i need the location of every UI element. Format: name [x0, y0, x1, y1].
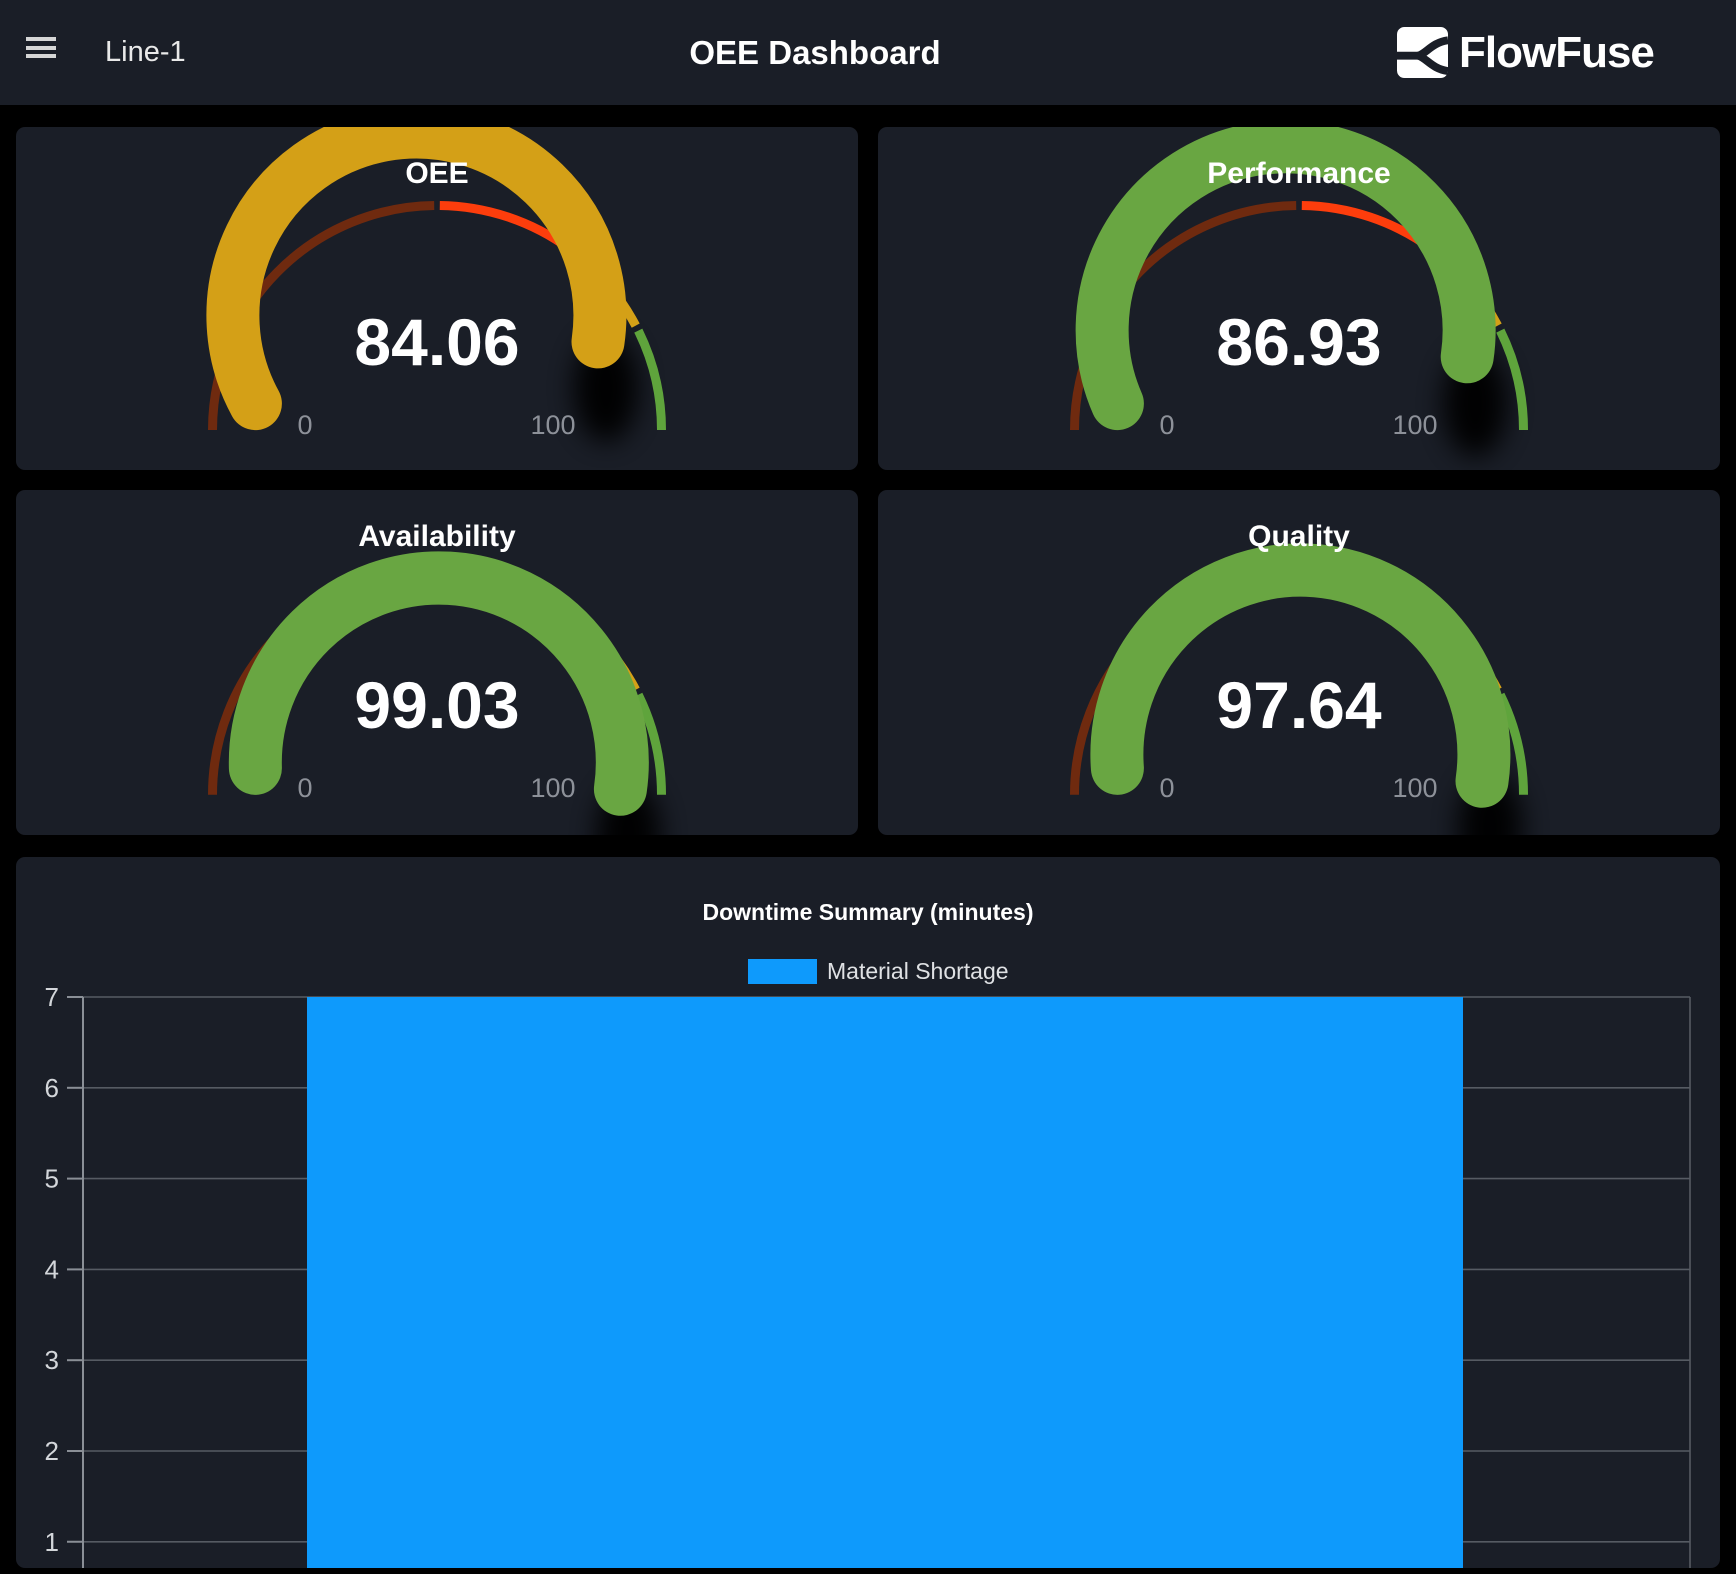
gauge-max-label: 100	[513, 773, 593, 803]
hamburger-icon	[26, 37, 56, 41]
y-axis-label: 5	[45, 1164, 59, 1194]
gauge-title: Availability	[16, 520, 858, 554]
y-axis-label: 2	[45, 1436, 59, 1466]
gauge-card-quality: Quality 97.64 0 100	[878, 490, 1720, 835]
y-axis-label: 4	[45, 1254, 59, 1284]
gauge-value: 97.64	[878, 670, 1720, 740]
line-selector-label: Line-1	[105, 0, 186, 105]
legend-label: Material Shortage	[827, 958, 1009, 985]
gauge-max-label: 100	[1375, 410, 1455, 440]
page-title: OEE Dashboard	[689, 0, 940, 105]
gauge-min-label: 0	[265, 773, 345, 803]
gauge-card-availability: Availability 99.03 0 100	[16, 490, 858, 835]
hamburger-menu-button[interactable]	[26, 36, 56, 64]
gauge-title: OEE	[16, 157, 858, 191]
brand-name: FlowFuse	[1459, 28, 1654, 78]
y-axis-label: 6	[45, 1073, 59, 1103]
gauge-value: 84.06	[16, 307, 858, 377]
y-axis-label: 3	[45, 1345, 59, 1375]
gauge-title: Performance	[878, 157, 1720, 191]
gauge-title: Quality	[878, 520, 1720, 554]
flowfuse-icon	[1397, 27, 1448, 78]
gauge-value: 99.03	[16, 670, 858, 740]
flowfuse-logo: FlowFuse	[1397, 27, 1654, 78]
gauge-min-label: 0	[265, 410, 345, 440]
gauge-min-label: 0	[1127, 410, 1207, 440]
legend-swatch	[748, 959, 817, 984]
y-axis-label: 1	[45, 1527, 59, 1557]
app-header: Line-1 OEE Dashboard FlowFuse	[0, 0, 1736, 105]
gauge-min-label: 0	[1127, 773, 1207, 803]
downtime-chart-card: 7 6 5 4 3 2 1 Downtime Summary (minutes) Mater…	[16, 857, 1720, 1568]
chart-title: Downtime Summary (minutes)	[16, 899, 1720, 926]
gauge-value: 86.93	[878, 307, 1720, 377]
legend-item-material-shortage[interactable]: Material Shortage	[748, 958, 1009, 985]
oee-dashboard-page: Line-1 OEE Dashboard FlowFuse OEE 84.06 …	[0, 0, 1736, 1574]
gauge-max-label: 100	[1375, 773, 1455, 803]
gauge-max-label: 100	[513, 410, 593, 440]
bar-material-shortage[interactable]	[307, 997, 1463, 1568]
gauge-card-performance: Performance 86.93 0 100	[878, 127, 1720, 470]
y-axis-label: 7	[45, 982, 59, 1012]
gauge-card-oee: OEE 84.06 0 100	[16, 127, 858, 470]
